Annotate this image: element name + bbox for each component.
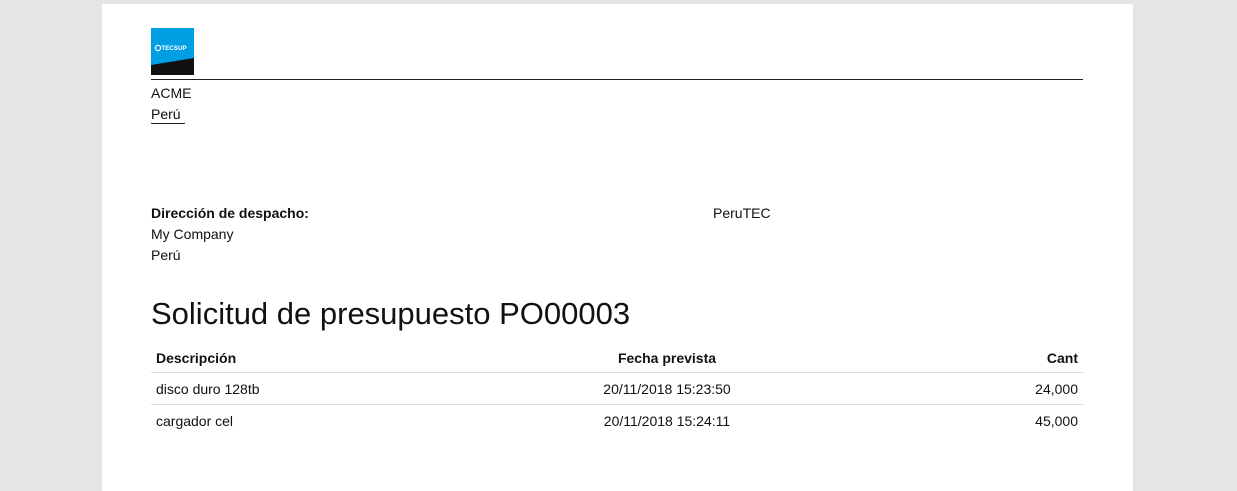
shipping-country: Perú	[151, 247, 181, 263]
table-row: cargador cel 20/11/2018 15:24:11 45,000	[151, 405, 1083, 437]
vendor-name: PeruTEC	[713, 205, 771, 221]
order-lines-table: Descripción Fecha prevista Cant disco du…	[151, 343, 1083, 436]
shipping-company: My Company	[151, 226, 234, 242]
row-date: 20/11/2018 15:24:11	[603, 412, 731, 429]
row-qty: 45,000	[1035, 412, 1078, 429]
shipping-label: Dirección de despacho:	[151, 205, 309, 221]
company-country: Perú	[151, 105, 185, 124]
header-date: Fecha prevista	[521, 343, 813, 373]
header-description: Descripción	[151, 343, 521, 373]
report-page: TECSUP ACME Perú Dirección de despacho: …	[102, 4, 1133, 491]
table-row: disco duro 128tb 20/11/2018 15:23:50 24,…	[151, 372, 1083, 405]
row-date: 20/11/2018 15:23:50	[521, 372, 813, 405]
company-logo: TECSUP	[151, 28, 194, 75]
row-description: cargador cel	[156, 412, 234, 429]
row-description: disco duro 128tb	[151, 372, 521, 405]
row-qty: 24,000	[813, 372, 1083, 405]
shipping-address: Dirección de despacho: My Company Perú	[151, 203, 309, 266]
company-name: ACME	[151, 85, 192, 101]
table-header-row: Descripción Fecha prevista Cant	[151, 343, 1083, 373]
document-title: Solicitud de presupuesto PO00003	[151, 296, 631, 331]
header-qty: Cant	[813, 343, 1083, 373]
svg-text:TECSUP: TECSUP	[162, 45, 187, 52]
header-divider	[151, 79, 1083, 80]
company-address: ACME Perú	[151, 83, 191, 125]
tecsup-logo-icon: TECSUP	[151, 28, 194, 75]
